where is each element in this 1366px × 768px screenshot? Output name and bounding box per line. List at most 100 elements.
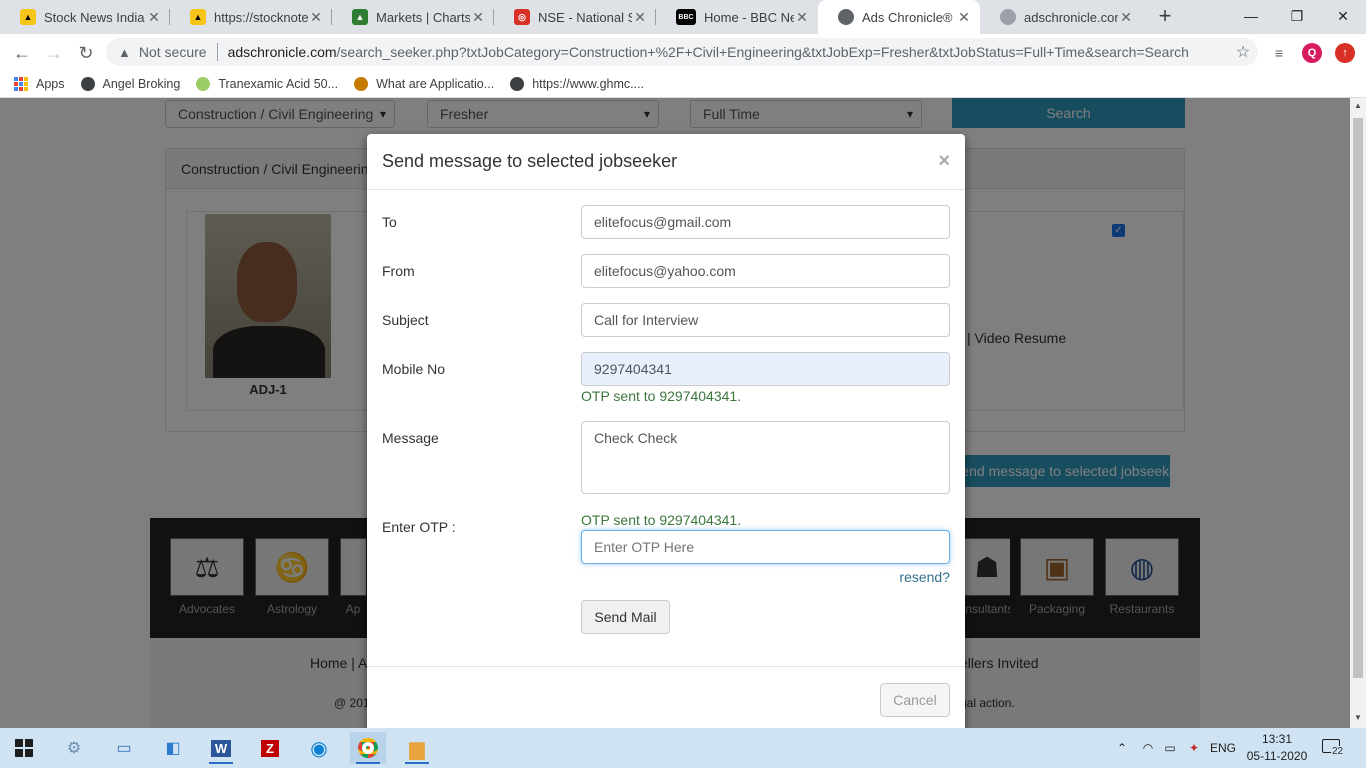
modal-header: Send message to selected jobseeker × bbox=[367, 134, 965, 190]
tab-title: https://stocknote. bbox=[214, 9, 308, 25]
send-message-modal: Send message to selected jobseeker × To … bbox=[367, 134, 965, 728]
resend-otp-link[interactable]: resend? bbox=[899, 569, 950, 585]
clock-date: 05-11-2020 bbox=[1246, 749, 1308, 763]
otp-label: Enter OTP : bbox=[382, 519, 456, 535]
url-path: /search_seeker.php?txtJobCategory=Constr… bbox=[336, 44, 1189, 60]
tab-adschronicle-url[interactable]: adschronicle.com/ ✕ bbox=[980, 0, 1142, 34]
bookmarks-bar: Apps Angel Broking Tranexamic Acid 50...… bbox=[0, 71, 1366, 98]
forward-button[interactable]: → bbox=[41, 40, 67, 66]
bookmark-what-are-applications[interactable]: What are Applicatio... bbox=[354, 77, 494, 91]
otp-input[interactable] bbox=[581, 530, 950, 564]
scroll-thumb[interactable] bbox=[1353, 118, 1363, 678]
tab-markets-charts[interactable]: ▲ Markets | Charts | ✕ bbox=[332, 0, 494, 34]
globe-icon bbox=[80, 77, 95, 91]
tab-strip: ▲ Stock News India ✕ ▲ https://stocknote… bbox=[0, 0, 1366, 34]
taskbar-clock[interactable]: 13:31 05-11-2020 bbox=[1245, 731, 1309, 765]
to-field[interactable]: elitefocus@gmail.com bbox=[581, 205, 950, 239]
reading-list-icon[interactable]: ≡ bbox=[1269, 43, 1289, 63]
url-text[interactable]: adschronicle.com/search_seeker.php?txtJo… bbox=[228, 44, 1228, 60]
security-label[interactable]: Not secure bbox=[139, 44, 207, 60]
otp-sent-message: OTP sent to 9297404341. bbox=[581, 388, 742, 404]
to-label: To bbox=[382, 214, 397, 230]
apps-grid-icon bbox=[14, 77, 28, 91]
minimize-button[interactable]: — bbox=[1228, 0, 1274, 32]
browser-toolbar: ← → ↻ ▲ Not secure adschronicle.com/sear… bbox=[0, 34, 1366, 71]
warning-icon[interactable]: ▲ bbox=[118, 45, 131, 60]
send-mail-button[interactable]: Send Mail bbox=[581, 600, 670, 634]
tab-nse[interactable]: ◎ NSE - National Sto ✕ bbox=[494, 0, 656, 34]
markets-favicon-icon: ▲ bbox=[352, 9, 368, 25]
mobile-field[interactable]: 9297404341 bbox=[581, 352, 950, 386]
close-tab-icon[interactable]: ✕ bbox=[470, 9, 486, 26]
tab-stock-news-india[interactable]: ▲ Stock News India ✕ bbox=[0, 0, 170, 34]
start-button[interactable] bbox=[6, 732, 42, 764]
modal-title: Send message to selected jobseeker bbox=[382, 151, 678, 171]
tab-stocknote[interactable]: ▲ https://stocknote. ✕ bbox=[170, 0, 332, 34]
close-tab-icon[interactable]: ✕ bbox=[956, 9, 972, 26]
cancel-button[interactable]: Cancel bbox=[880, 683, 950, 717]
word-icon[interactable]: W bbox=[203, 732, 239, 764]
tab-title: Stock News India bbox=[44, 9, 145, 25]
bookmark-label: Angel Broking bbox=[102, 77, 181, 91]
restore-button[interactable]: ❐ bbox=[1274, 0, 1320, 32]
profile-avatar[interactable]: Q bbox=[1302, 43, 1322, 63]
nse-favicon-icon: ◎ bbox=[514, 9, 530, 25]
battery-icon[interactable]: ▭ bbox=[1160, 728, 1180, 768]
mobile-label: Mobile No bbox=[382, 361, 446, 377]
close-tab-icon[interactable]: ✕ bbox=[632, 9, 648, 26]
bookmark-tranexamic[interactable]: Tranexamic Acid 50... bbox=[196, 77, 338, 91]
tab-title: adschronicle.com/ bbox=[1024, 9, 1118, 25]
from-label: From bbox=[382, 263, 415, 279]
message-textarea[interactable]: Check Check bbox=[581, 421, 950, 494]
file-explorer-icon[interactable]: ▆ bbox=[399, 732, 435, 764]
bookmark-ghmc[interactable]: https://www.ghmc.... bbox=[510, 77, 644, 91]
bookmark-apps[interactable]: Apps bbox=[14, 77, 65, 91]
from-field[interactable]: elitefocus@yahoo.com bbox=[581, 254, 950, 288]
page-scrollbar[interactable]: ▲ ▼ bbox=[1350, 98, 1366, 728]
notification-count: 22 bbox=[1331, 746, 1345, 757]
stock-news-favicon-icon: ▲ bbox=[20, 9, 36, 25]
filezilla-icon[interactable]: Z bbox=[252, 732, 288, 764]
close-tab-icon[interactable]: ✕ bbox=[1118, 9, 1134, 26]
close-icon[interactable]: × bbox=[938, 150, 950, 173]
files-icon[interactable]: ◧ bbox=[155, 732, 191, 764]
clock-time: 13:31 bbox=[1261, 732, 1293, 746]
close-tab-icon[interactable]: ✕ bbox=[308, 9, 324, 26]
windows-logo-icon bbox=[15, 739, 33, 757]
app-tray-icon[interactable]: ✦ bbox=[1184, 728, 1204, 768]
tab-title: Ads Chronicle® bbox=[862, 9, 953, 25]
quiz-icon bbox=[354, 77, 369, 91]
this-pc-icon[interactable]: ▭ bbox=[106, 732, 142, 764]
address-bar[interactable]: ▲ Not secure adschronicle.com/search_see… bbox=[106, 38, 1258, 66]
scroll-up-icon[interactable]: ▲ bbox=[1350, 101, 1366, 110]
edge-icon[interactable]: ◉ bbox=[301, 732, 337, 764]
bookmark-label: Apps bbox=[36, 77, 65, 91]
wifi-icon[interactable]: ◠ bbox=[1138, 728, 1158, 768]
reload-button[interactable]: ↻ bbox=[73, 40, 99, 66]
tab-ads-chronicle[interactable]: Ads Chronicle® ✕ bbox=[818, 0, 980, 34]
scroll-down-icon[interactable]: ▼ bbox=[1350, 713, 1366, 722]
globe-icon bbox=[510, 77, 525, 91]
url-host: adschronicle.com bbox=[227, 44, 337, 60]
bbc-favicon-icon: BBC bbox=[676, 9, 696, 25]
page-viewport: Construction / Civil Engineering Fresher… bbox=[0, 98, 1350, 728]
close-tab-icon[interactable]: ✕ bbox=[794, 9, 810, 26]
update-icon[interactable]: ↑ bbox=[1335, 43, 1355, 63]
message-label: Message bbox=[382, 430, 439, 446]
back-button[interactable]: ← bbox=[9, 40, 35, 66]
notifications-button[interactable]: 22 bbox=[1322, 737, 1345, 759]
language-indicator[interactable]: ENG bbox=[1208, 728, 1238, 768]
new-tab-button[interactable]: + bbox=[1154, 5, 1176, 28]
chrome-icon[interactable] bbox=[350, 732, 386, 764]
control-panel-icon[interactable]: ⚙ bbox=[56, 732, 92, 764]
bookmark-star-icon[interactable]: ☆ bbox=[1228, 42, 1258, 62]
show-hidden-icons[interactable]: ⌃ bbox=[1112, 728, 1132, 768]
tab-bbc-news[interactable]: BBC Home - BBC News ✕ bbox=[656, 0, 818, 34]
bookmark-angel-broking[interactable]: Angel Broking bbox=[80, 77, 181, 91]
windows-taskbar: ⚙ ▭ ◧ W Z ◉ ▆ ⌃ ◠ ▭ ✦ ENG 13:31 05-11-20… bbox=[0, 728, 1366, 768]
close-tab-icon[interactable]: ✕ bbox=[146, 9, 162, 26]
divider bbox=[216, 43, 218, 61]
stocknote-favicon-icon: ▲ bbox=[190, 9, 206, 25]
subject-field[interactable]: Call for Interview bbox=[581, 303, 950, 337]
close-window-button[interactable]: ✕ bbox=[1320, 0, 1366, 32]
